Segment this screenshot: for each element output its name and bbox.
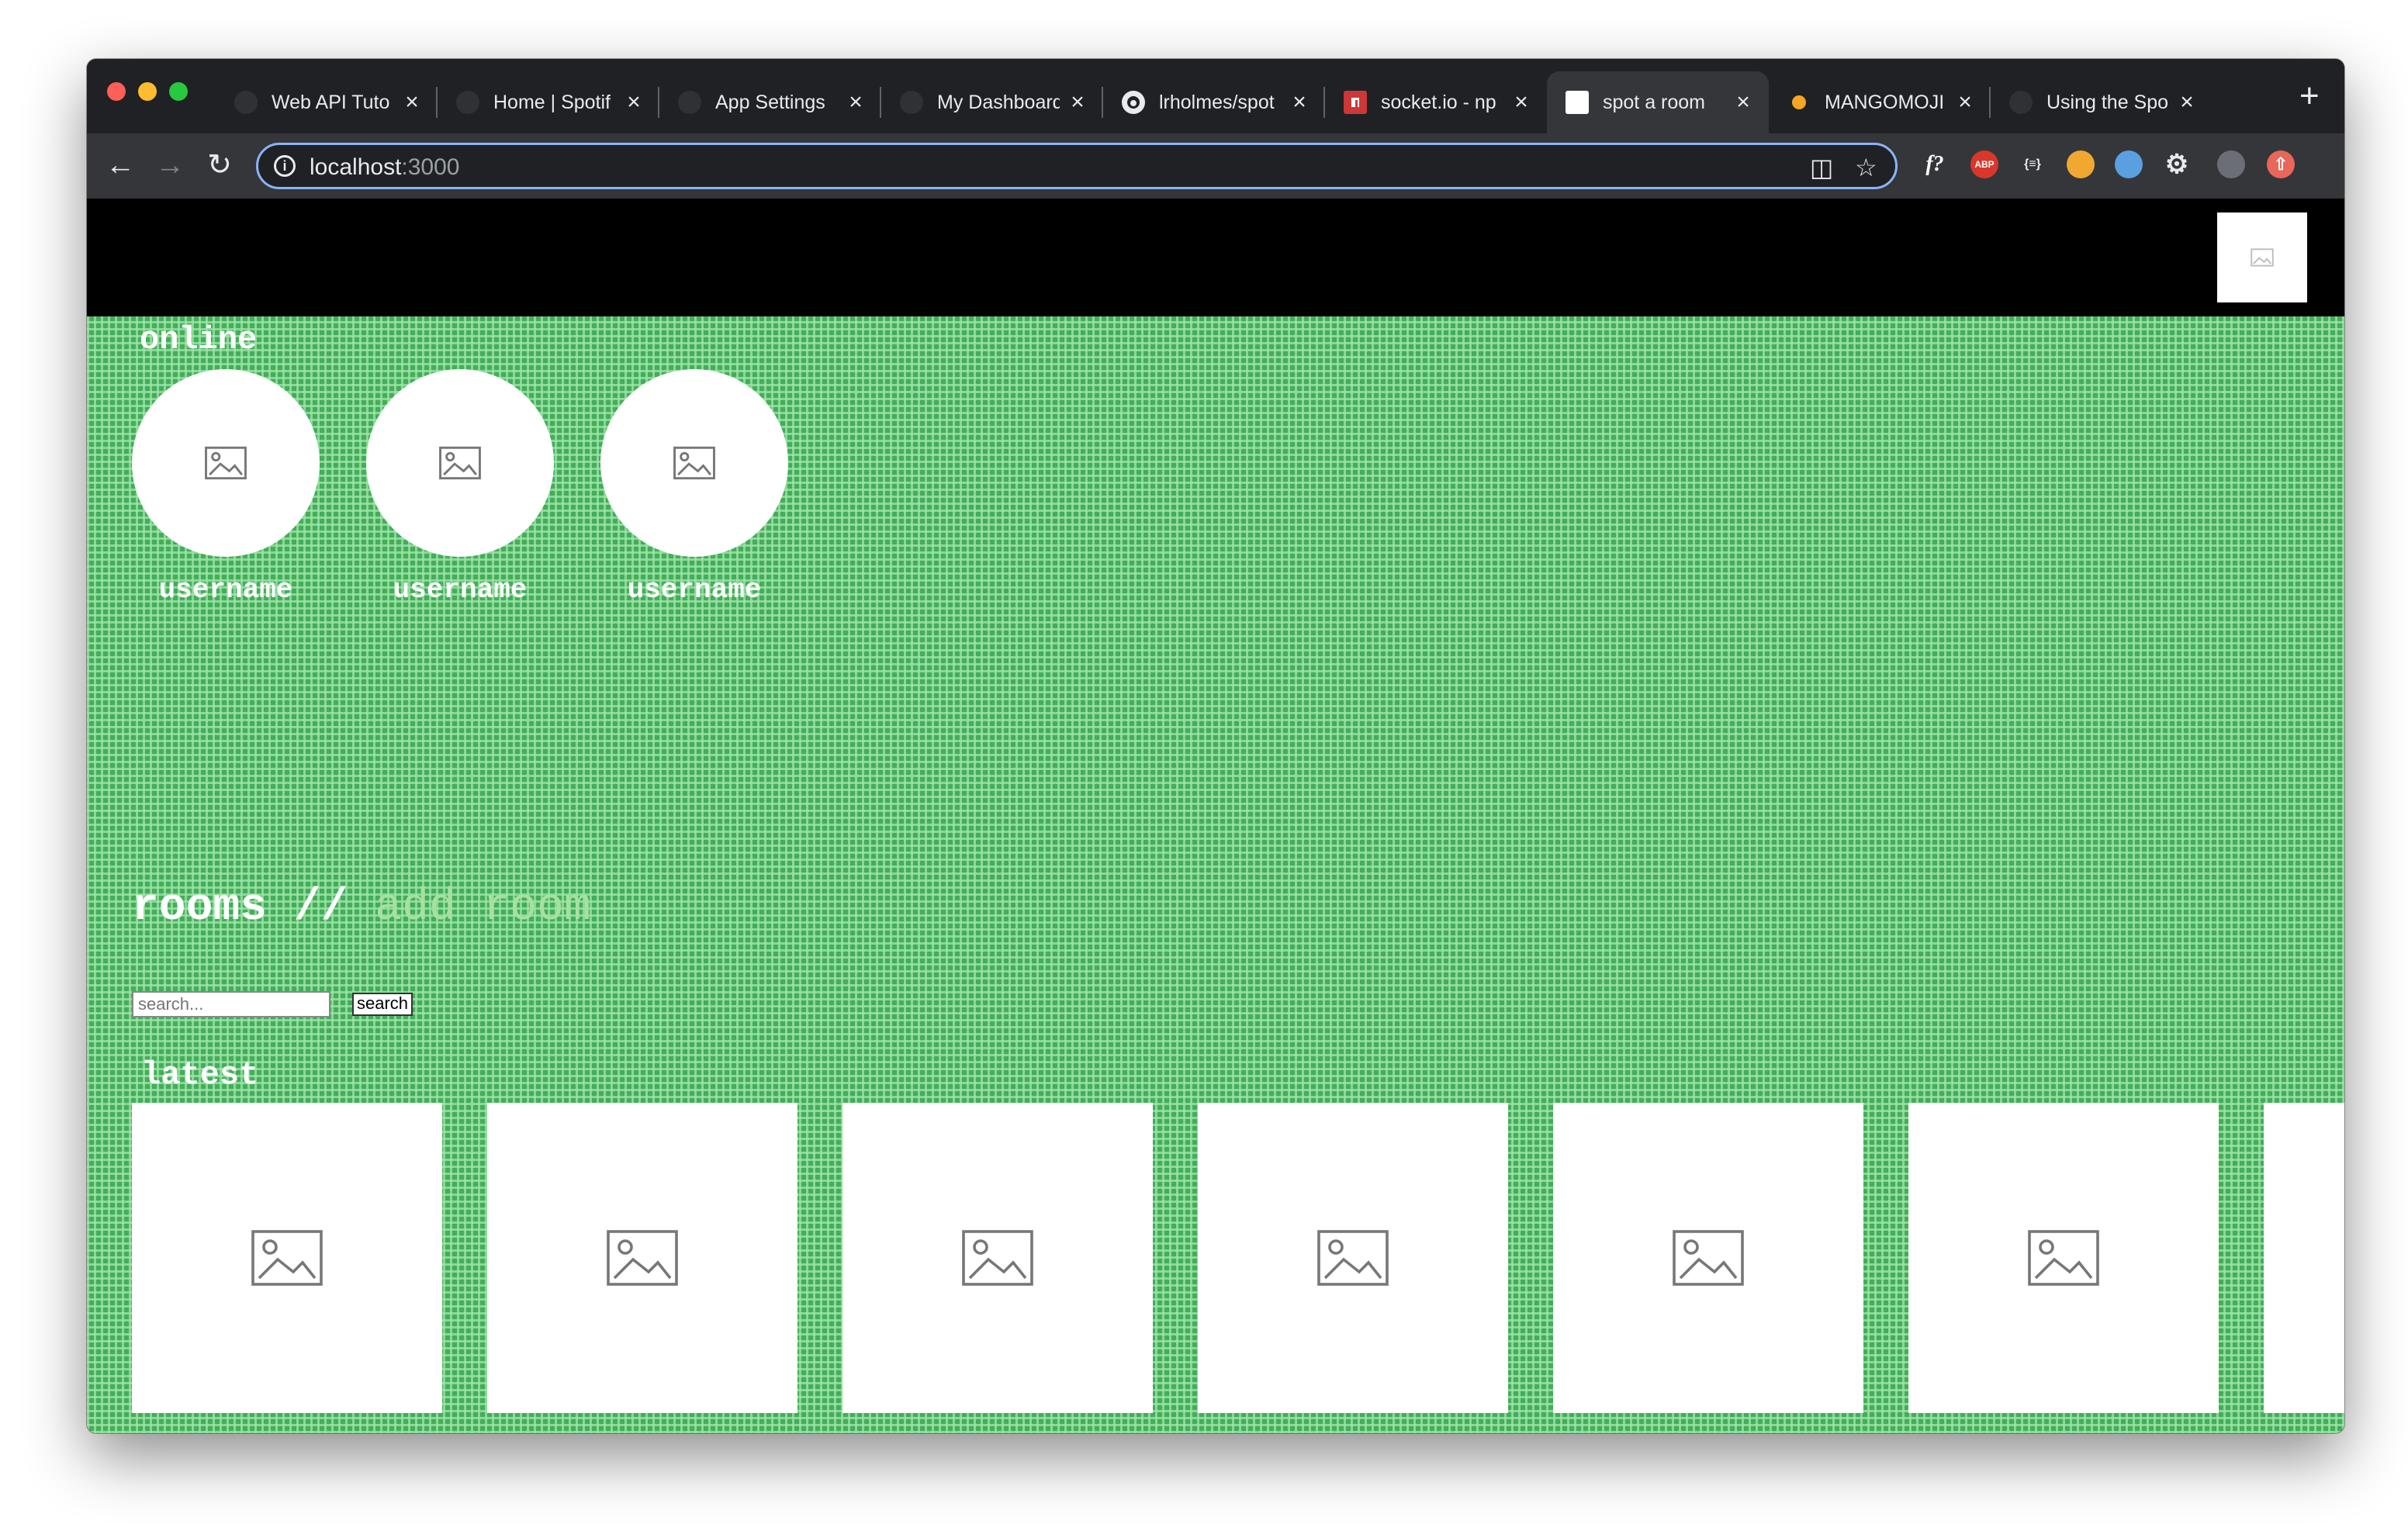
- room-card[interactable]: [487, 1103, 797, 1413]
- room-name-label: roomname: [1553, 1425, 1863, 1433]
- room-card[interactable]: [2264, 1103, 2344, 1413]
- rooms-heading: rooms // add room: [132, 883, 591, 933]
- close-tab-icon[interactable]: ×: [1067, 89, 1088, 116]
- reload-icon[interactable]: ↻: [200, 146, 239, 185]
- browser-tab[interactable]: Web API Tuto ×: [216, 71, 438, 133]
- tab-title: MANGOMOJI: [1825, 91, 1945, 113]
- tab-title: Using the Spo: [2046, 91, 2169, 113]
- browser-tab[interactable]: Using the Spo ×: [1991, 71, 2213, 133]
- spotify-icon: [900, 91, 923, 114]
- image-placeholder-icon: [673, 446, 715, 480]
- close-tab-icon[interactable]: ×: [1289, 89, 1310, 116]
- close-tab-icon[interactable]: ×: [624, 89, 644, 116]
- browser-tab[interactable]: socket.io - np ×: [1325, 71, 1547, 133]
- room-card[interactable]: [1553, 1103, 1863, 1413]
- circle-extension-icon[interactable]: [2115, 150, 2143, 178]
- close-tab-icon[interactable]: ×: [846, 89, 866, 116]
- room-card[interactable]: [842, 1103, 1153, 1413]
- close-tab-icon[interactable]: ×: [1511, 89, 1531, 116]
- cast-icon[interactable]: ◫: [1810, 153, 1833, 182]
- close-tab-icon[interactable]: ×: [1955, 89, 1975, 116]
- tab-title: socket.io - np: [1381, 91, 1496, 113]
- browser-tab[interactable]: My Dashboard ×: [881, 71, 1103, 133]
- image-placeholder-icon: [962, 1230, 1033, 1286]
- npm-icon: [1344, 91, 1367, 114]
- tab-title: Home | Spotif: [493, 91, 611, 113]
- room-card[interactable]: [1198, 1103, 1508, 1413]
- add-room-link[interactable]: add room: [375, 883, 590, 933]
- image-placeholder-icon: [2028, 1230, 2099, 1286]
- adblock-icon[interactable]: ABP: [1970, 150, 1998, 178]
- tab-strip: Web API Tuto × Home | Spotif × App Setti…: [87, 59, 2344, 133]
- browser-tab[interactable]: lrholmes/spot ×: [1103, 71, 1325, 133]
- browser-tab[interactable]: Home | Spotif ×: [438, 71, 659, 133]
- spotify-icon: [678, 91, 701, 114]
- close-tab-icon[interactable]: ×: [1733, 89, 1753, 116]
- close-tab-icon[interactable]: ×: [402, 89, 422, 116]
- font-extension-icon[interactable]: f?: [1921, 150, 1949, 178]
- latest-heading: latest: [141, 1056, 259, 1093]
- room-search-input[interactable]: [132, 991, 330, 1017]
- json-extension-icon[interactable]: {≡}: [2019, 150, 2046, 178]
- username-label: username: [627, 574, 762, 606]
- info-icon[interactable]: i: [274, 155, 296, 177]
- image-placeholder-icon: [1673, 1230, 1744, 1286]
- room-name-label: roomname: [1908, 1425, 2219, 1433]
- image-placeholder-icon: [205, 446, 247, 480]
- update-icon[interactable]: ⇧: [2267, 150, 2295, 178]
- image-placeholder-icon: [251, 1230, 323, 1286]
- rooms-title: rooms //: [132, 883, 348, 933]
- tab-title: My Dashboard: [937, 91, 1060, 113]
- image-placeholder-icon: [1317, 1230, 1389, 1286]
- profile-avatar[interactable]: [2217, 150, 2245, 178]
- mango-icon: [1787, 91, 1811, 114]
- username-label: username: [158, 574, 293, 606]
- room-card[interactable]: [1908, 1103, 2219, 1413]
- gear-extension-icon[interactable]: [2067, 150, 2095, 178]
- spotify-icon: [2009, 91, 2033, 114]
- room-name-label: roomname: [1198, 1425, 1508, 1433]
- tab-title: App Settings: [715, 91, 825, 113]
- github-icon: [1122, 91, 1145, 114]
- url-text: localhost:3000: [310, 154, 460, 180]
- room-name-label: roomname: [487, 1425, 797, 1433]
- browser-tab[interactable]: MANGOMOJI ×: [1769, 71, 1991, 133]
- address-bar[interactable]: i localhost:3000 ◫ ☆: [256, 143, 1898, 189]
- tab-title: lrholmes/spot: [1159, 91, 1275, 113]
- room-name-label: roomname: [842, 1425, 1153, 1433]
- settings-extension-icon[interactable]: ⚙: [2163, 150, 2191, 178]
- username-label: username: [393, 574, 528, 606]
- room-name-label: roomname: [132, 1425, 442, 1433]
- browser-tab-active[interactable]: spot a room ×: [1547, 71, 1769, 133]
- image-placeholder-icon: [2251, 248, 2274, 267]
- browser-window: Web API Tuto × Home | Spotif × App Setti…: [87, 59, 2344, 1433]
- back-icon[interactable]: ←: [101, 146, 140, 185]
- room-card[interactable]: [132, 1103, 442, 1413]
- maximize-window-button[interactable]: [169, 82, 188, 101]
- spotify-icon: [456, 91, 479, 114]
- bookmark-star-icon[interactable]: ☆: [1855, 153, 1877, 182]
- user-avatar[interactable]: [132, 369, 320, 557]
- page-icon: [1566, 91, 1589, 114]
- image-placeholder-icon: [439, 446, 481, 480]
- image-placeholder-icon: [607, 1230, 678, 1286]
- search-button[interactable]: search: [352, 993, 413, 1016]
- forward-icon[interactable]: →: [150, 146, 189, 185]
- close-window-button[interactable]: [107, 82, 126, 101]
- minimize-window-button[interactable]: [138, 82, 157, 101]
- tab-title: spot a room: [1603, 91, 1706, 113]
- close-tab-icon[interactable]: ×: [2177, 89, 2197, 116]
- room-name-label: roomname: [2264, 1425, 2344, 1433]
- main-content: online username username username rooms …: [87, 316, 2344, 1433]
- header-image-placeholder[interactable]: [2217, 212, 2307, 302]
- new-tab-button[interactable]: +: [2299, 79, 2320, 113]
- online-heading: online: [140, 321, 258, 358]
- user-avatar[interactable]: [600, 369, 788, 557]
- spotify-icon: [234, 91, 258, 114]
- tab-title: Web API Tuto: [272, 91, 390, 113]
- user-avatar[interactable]: [366, 369, 554, 557]
- browser-toolbar: ← → ↻ i localhost:3000 ◫ ☆ f? ABP {≡} ⚙ …: [87, 133, 2344, 199]
- browser-tab[interactable]: App Settings ×: [659, 71, 881, 133]
- site-header: [87, 199, 2344, 316]
